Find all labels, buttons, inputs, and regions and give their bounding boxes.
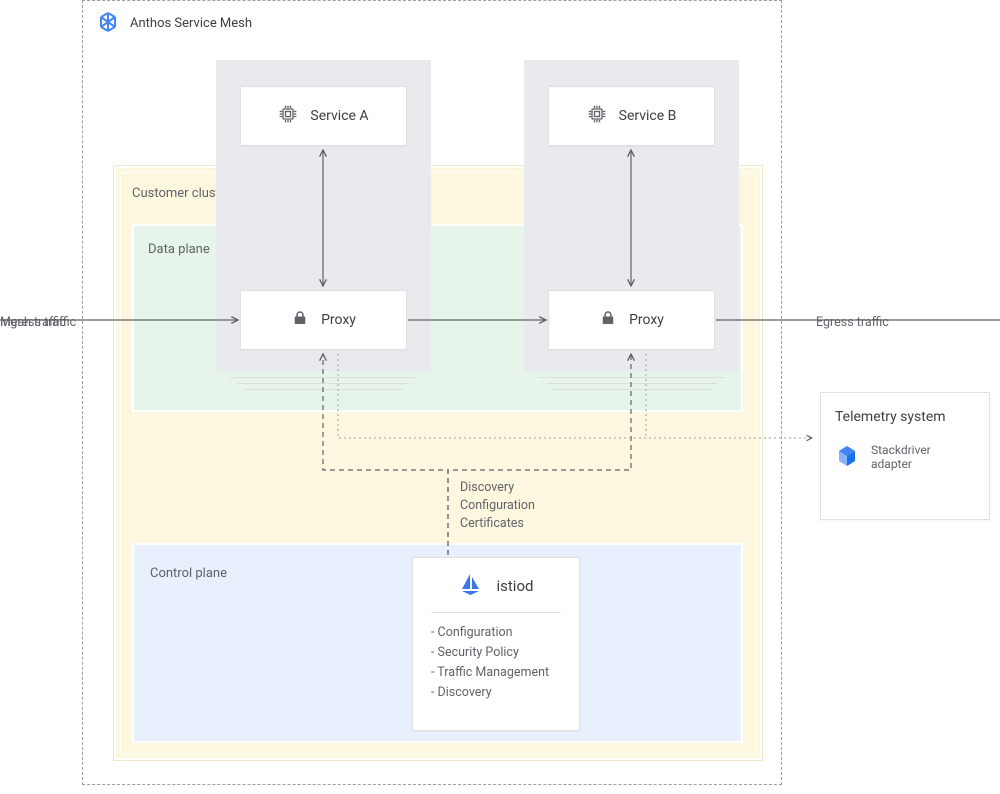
istio-sail-icon xyxy=(459,572,483,600)
telemetry-item-label: Stackdriver adapter xyxy=(871,443,931,471)
egress-traffic-label: Egress traffic xyxy=(816,315,889,330)
istiod-box: istiod - Configuration - Security Policy… xyxy=(412,557,580,731)
cpu-chip-icon xyxy=(278,104,298,128)
stackdriver-hex-icon xyxy=(835,444,859,471)
service-b-box: Service B xyxy=(548,86,715,146)
service-a-box: Service A xyxy=(240,86,407,146)
mesh-logo-icon xyxy=(96,10,120,34)
telemetry-box: Telemetry system Stackdriver adapter xyxy=(820,392,990,520)
control-plane-label: Control plane xyxy=(150,566,227,581)
proxy-a-box: Proxy xyxy=(240,290,407,350)
product-title: Anthos Service Mesh xyxy=(130,16,252,31)
cpu-chip-icon xyxy=(587,104,607,128)
service-a-label: Service A xyxy=(310,108,368,124)
mesh-traffic-label: Mesh traffic xyxy=(0,315,66,330)
service-b-label: Service B xyxy=(619,108,677,124)
service-group-a: Service A Proxy xyxy=(216,60,431,372)
istiod-feature-list: - Configuration - Security Policy - Traf… xyxy=(431,623,561,703)
telemetry-title: Telemetry system xyxy=(835,409,975,425)
data-plane-label: Data plane xyxy=(148,242,210,257)
service-group-b: Service B Proxy xyxy=(524,60,739,372)
proxy-a-label: Proxy xyxy=(321,312,356,328)
proxy-b-label: Proxy xyxy=(629,312,664,328)
istiod-title: istiod xyxy=(497,577,534,595)
lock-icon xyxy=(599,309,617,331)
lock-icon xyxy=(291,309,309,331)
proxy-b-box: Proxy xyxy=(548,290,715,350)
control-to-proxy-labels: Discovery Configuration Certificates xyxy=(460,479,535,533)
